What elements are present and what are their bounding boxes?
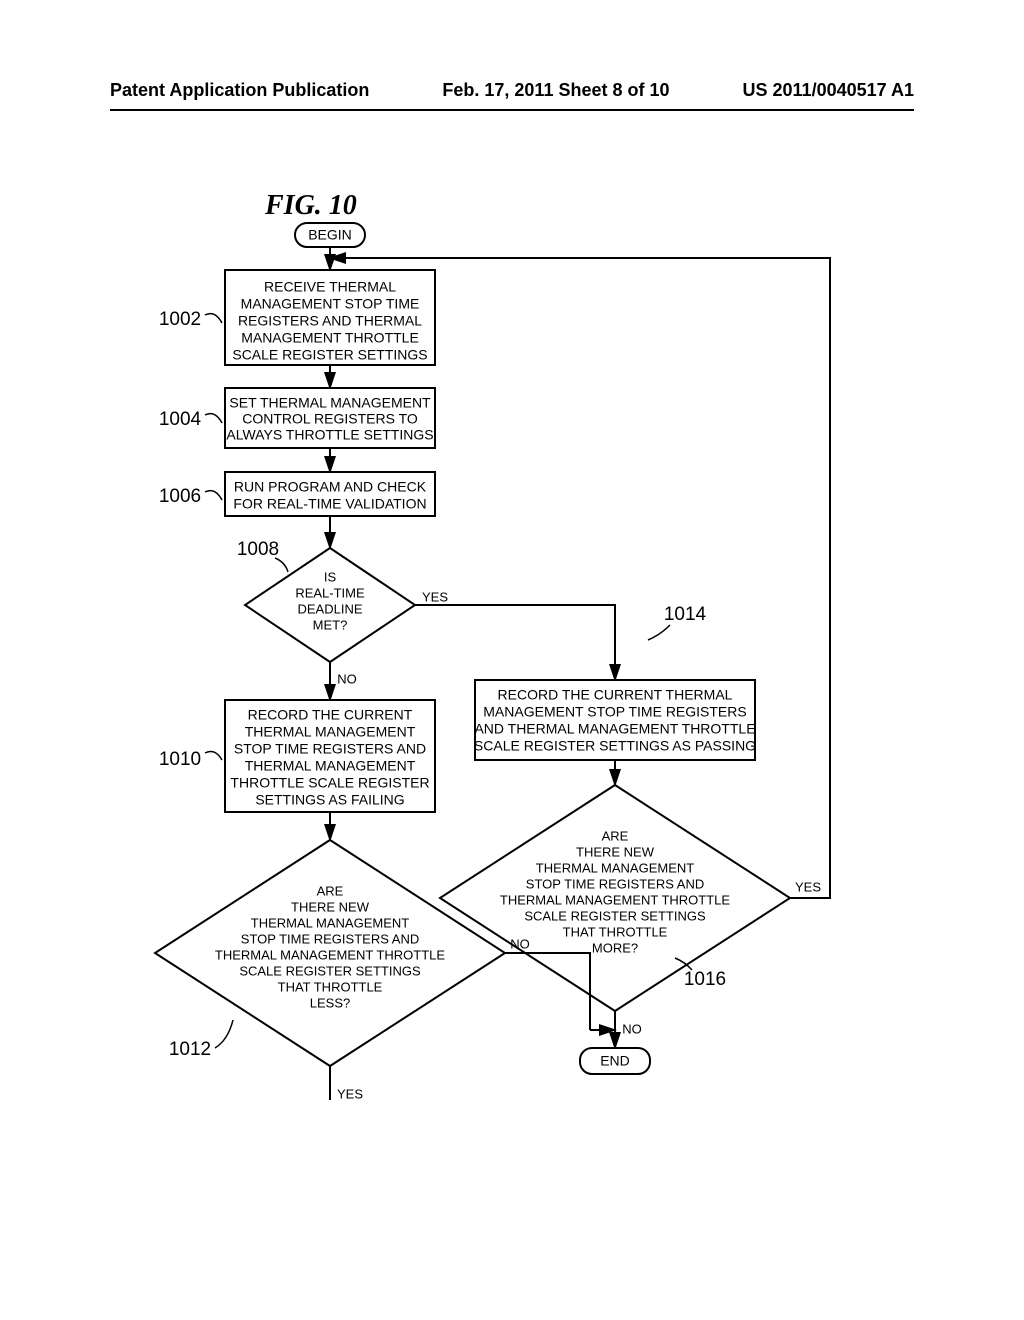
svg-text:BEGIN: BEGIN	[308, 227, 352, 243]
svg-text:MANAGEMENT THROTTLE: MANAGEMENT THROTTLE	[241, 330, 419, 346]
leader-1002	[205, 314, 222, 323]
yes-1012: YES	[337, 1086, 363, 1101]
svg-text:IS: IS	[324, 569, 337, 584]
svg-text:DEADLINE: DEADLINE	[297, 601, 362, 616]
svg-text:SET THERMAL MANAGEMENT: SET THERMAL MANAGEMENT	[229, 395, 431, 411]
no-1016: NO	[622, 1021, 642, 1036]
svg-text:MET?: MET?	[313, 617, 348, 632]
svg-text:ARE: ARE	[317, 883, 344, 898]
label-1014: 1014	[664, 604, 707, 625]
leader-1010	[205, 752, 222, 760]
box-1014: RECORD THE CURRENT THERMAL MANAGEMENT ST…	[474, 680, 756, 760]
diamond-1008: IS REAL-TIME DEADLINE MET?	[245, 548, 415, 662]
box-1010: RECORD THE CURRENT THERMAL MANAGEMENT ST…	[225, 700, 435, 812]
svg-text:FOR REAL-TIME VALIDATION: FOR REAL-TIME VALIDATION	[233, 496, 426, 512]
svg-text:REGISTERS AND THERMAL: REGISTERS AND THERMAL	[238, 313, 422, 329]
yes-1016: YES	[795, 879, 821, 894]
svg-text:ARE: ARE	[602, 828, 629, 843]
svg-text:THERE NEW: THERE NEW	[576, 844, 655, 859]
svg-text:AND THERMAL MANAGEMENT THROTTL: AND THERMAL MANAGEMENT THROTTLE	[474, 721, 755, 737]
svg-text:THERMAL MANAGEMENT THROTTLE: THERMAL MANAGEMENT THROTTLE	[215, 947, 446, 962]
svg-text:THERE NEW: THERE NEW	[291, 899, 370, 914]
label-1012: 1012	[169, 1039, 211, 1060]
svg-text:THAT THROTTLE: THAT THROTTLE	[278, 979, 383, 994]
svg-text:ALWAYS THROTTLE SETTINGS: ALWAYS THROTTLE SETTINGS	[226, 427, 433, 443]
svg-text:STOP TIME REGISTERS AND: STOP TIME REGISTERS AND	[241, 931, 419, 946]
label-1016: 1016	[684, 969, 726, 990]
svg-text:RUN PROGRAM AND CHECK: RUN PROGRAM AND CHECK	[234, 479, 427, 495]
no-1008: NO	[337, 671, 357, 686]
yes-1008: YES	[422, 589, 448, 604]
arrow-1008-yes	[415, 605, 615, 680]
svg-text:SCALE REGISTER SETTINGS: SCALE REGISTER SETTINGS	[239, 963, 421, 978]
svg-text:SETTINGS AS FAILING: SETTINGS AS FAILING	[255, 792, 404, 808]
leader-1006	[205, 491, 222, 500]
leader-1014	[648, 625, 670, 640]
header-right: US 2011/0040517 A1	[743, 80, 914, 101]
box-1002: RECEIVE THERMAL MANAGEMENT STOP TIME REG…	[225, 270, 435, 365]
label-1002: 1002	[159, 309, 201, 330]
svg-text:CONTROL REGISTERS TO: CONTROL REGISTERS TO	[242, 411, 418, 427]
begin-terminator: BEGIN	[295, 223, 365, 247]
flowchart: BEGIN RECEIVE THERMAL MANAGEMENT STOP TI…	[130, 210, 850, 1210]
label-1004: 1004	[159, 409, 202, 430]
diamond-1012: ARE THERE NEW THERMAL MANAGEMENT STOP TI…	[155, 840, 505, 1066]
no-1012: NO	[510, 936, 530, 951]
svg-text:MANAGEMENT STOP TIME: MANAGEMENT STOP TIME	[241, 296, 420, 312]
svg-text:REAL-TIME: REAL-TIME	[295, 585, 365, 600]
label-1008: 1008	[237, 539, 279, 560]
svg-text:STOP TIME REGISTERS AND: STOP TIME REGISTERS AND	[526, 876, 704, 891]
leader-1004	[205, 414, 222, 423]
svg-text:RECORD THE CURRENT THERMAL: RECORD THE CURRENT THERMAL	[498, 687, 733, 703]
svg-text:THERMAL MANAGEMENT: THERMAL MANAGEMENT	[245, 758, 416, 774]
svg-text:SCALE REGISTER SETTINGS: SCALE REGISTER SETTINGS	[232, 347, 427, 363]
leader-1008	[275, 558, 288, 572]
svg-text:RECORD THE CURRENT: RECORD THE CURRENT	[248, 707, 413, 723]
diamond-1016: ARE THERE NEW THERMAL MANAGEMENT STOP TI…	[440, 785, 790, 1011]
svg-text:THAT THROTTLE: THAT THROTTLE	[563, 924, 668, 939]
header-left: Patent Application Publication	[110, 80, 369, 101]
end-terminator: END	[580, 1048, 650, 1074]
label-1010: 1010	[159, 749, 201, 770]
svg-text:STOP TIME REGISTERS AND: STOP TIME REGISTERS AND	[234, 741, 426, 757]
svg-text:END: END	[600, 1053, 630, 1069]
svg-text:MORE?: MORE?	[592, 940, 638, 955]
box-1004: SET THERMAL MANAGEMENT CONTROL REGISTERS…	[225, 388, 435, 448]
leader-1012	[215, 1020, 233, 1048]
svg-text:THERMAL MANAGEMENT: THERMAL MANAGEMENT	[536, 860, 694, 875]
svg-text:THERMAL MANAGEMENT THROTTLE: THERMAL MANAGEMENT THROTTLE	[500, 892, 731, 907]
svg-text:SCALE REGISTER SETTINGS: SCALE REGISTER SETTINGS	[524, 908, 706, 923]
header-center: Feb. 17, 2011 Sheet 8 of 10	[442, 80, 669, 101]
page-header: Patent Application Publication Feb. 17, …	[110, 80, 914, 111]
svg-text:THROTTLE SCALE REGISTER: THROTTLE SCALE REGISTER	[230, 775, 429, 791]
svg-text:LESS?: LESS?	[310, 995, 350, 1010]
svg-text:MANAGEMENT STOP TIME REGISTERS: MANAGEMENT STOP TIME REGISTERS	[483, 704, 746, 720]
svg-text:SCALE REGISTER SETTINGS AS PAS: SCALE REGISTER SETTINGS AS PASSING	[474, 738, 756, 754]
svg-text:RECEIVE THERMAL: RECEIVE THERMAL	[264, 279, 396, 295]
label-1006: 1006	[159, 486, 201, 507]
svg-text:THERMAL MANAGEMENT: THERMAL MANAGEMENT	[251, 915, 409, 930]
box-1006: RUN PROGRAM AND CHECK FOR REAL-TIME VALI…	[225, 472, 435, 516]
svg-text:THERMAL MANAGEMENT: THERMAL MANAGEMENT	[245, 724, 416, 740]
